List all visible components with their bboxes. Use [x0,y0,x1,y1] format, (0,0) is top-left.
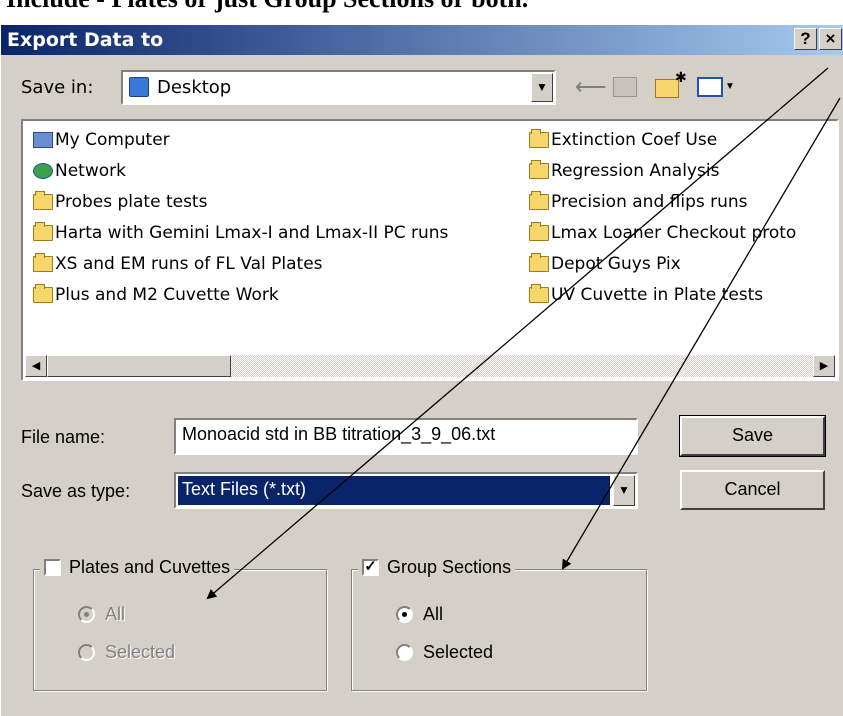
list-item[interactable]: UV Cuvette in Plate tests [529,282,763,308]
folder-icon [529,253,549,272]
folder-icon [529,284,549,303]
plates-checkbox[interactable] [44,559,61,576]
folder-icon [33,191,53,210]
view-menu-icon[interactable] [697,77,723,97]
list-item-label: Probes plate tests [55,192,208,212]
list-item[interactable]: Harta with Gemini Lmax-I and Lmax-II PC … [33,220,448,246]
title-bar: Export Data to ? × [1,25,843,55]
list-item[interactable]: Network [33,158,126,184]
plates-selected-label: Selected [105,642,176,662]
sections-group-label: Group Sections [387,557,512,577]
save-type-value: Text Files (*.txt) [178,476,610,505]
list-item[interactable]: Lmax Loaner Checkout proto [529,220,796,246]
list-item-label: XS and EM runs of FL Val Plates [55,254,323,274]
plates-group-label: Plates and Cuvettes [69,557,231,577]
file-name-label: File name: [21,427,106,447]
radio-dot-icon [396,606,413,623]
folder-icon [33,253,53,272]
radio-dot-icon [78,644,95,661]
computer-icon [33,132,53,148]
sections-selected-label: Selected [423,642,494,662]
folder-icon [529,191,549,210]
list-item[interactable]: XS and EM runs of FL Val Plates [33,251,323,277]
back-icon[interactable]: ⟵ [575,74,607,100]
list-item[interactable]: Plus and M2 Cuvette Work [33,282,279,308]
list-item[interactable]: Regression Analysis [529,158,719,184]
plates-all-radio[interactable]: All [78,604,125,625]
list-item[interactable]: Precision and flips runs [529,189,748,215]
list-item-label: Regression Analysis [551,161,720,181]
scroll-left-icon[interactable]: ◀ [25,355,47,377]
save-in-label: Save in: [21,77,94,98]
chevron-down-icon[interactable]: ▼ [531,73,553,102]
save-type-label: Save as type: [21,481,131,501]
folder-icon [529,160,549,179]
list-item-label: Extinction Coef Use [551,130,718,150]
save-button[interactable]: Save [679,415,826,457]
sections-all-radio[interactable]: All [396,604,443,625]
folder-icon [33,284,53,303]
sections-all-label: All [423,604,444,624]
save-in-dropdown[interactable]: Desktop ▼ [121,70,556,105]
cancel-button[interactable]: Cancel [680,470,825,510]
list-item-label: Harta with Gemini Lmax-I and Lmax-II PC … [55,223,449,243]
list-item-label: My Computer [55,130,170,150]
save-in-value: Desktop [157,77,232,98]
folder-icon [529,129,549,148]
plates-group-header[interactable]: Plates and Cuvettes [40,557,235,578]
plates-group: Plates and Cuvettes All Selected [33,557,327,691]
save-type-dropdown[interactable]: Text Files (*.txt) ▼ [174,472,638,509]
desktop-icon [129,77,149,97]
folder-icon [529,222,549,241]
close-button[interactable]: × [819,28,842,50]
scroll-thumb[interactable] [47,355,231,377]
radio-dot-icon [396,644,413,661]
chevron-down-icon[interactable]: ▼ [613,475,635,506]
file-list[interactable]: My Computer Network Probes plate tests Hart… [21,119,839,381]
up-folder-icon[interactable] [613,77,637,97]
list-item-label: Network [55,161,126,181]
network-icon [33,163,53,179]
scroll-right-icon[interactable]: ▶ [813,355,835,377]
list-item-label: UV Cuvette in Plate tests [551,285,764,305]
sections-selected-radio[interactable]: Selected [396,642,493,663]
list-item[interactable]: Probes plate tests [33,189,207,215]
plates-all-label: All [105,604,126,624]
dialog-title: Export Data to [7,29,164,51]
export-dialog: Export Data to ? × Save in: Desktop ▼ ⟵ … [0,24,843,716]
folder-icon [33,222,53,241]
list-item-label: Plus and M2 Cuvette Work [55,285,279,305]
list-item[interactable]: My Computer [33,127,170,153]
plates-selected-radio[interactable]: Selected [78,642,175,663]
sections-group: ✓ Group Sections All Selected [351,557,647,691]
list-item-label: Lmax Loaner Checkout proto [551,223,797,243]
sections-checkbox[interactable]: ✓ [362,559,379,576]
list-item[interactable]: Depot Guys Pix [529,251,681,277]
help-button[interactable]: ? [794,28,817,50]
view-dropdown-icon[interactable]: ▼ [725,81,735,92]
radio-dot-icon [78,606,95,623]
file-name-input[interactable]: Monoacid std in BB titration_3_9_06.txt [174,418,638,455]
list-item[interactable]: Extinction Coef Use [529,127,717,153]
list-item-label: Precision and flips runs [551,192,748,212]
document-heading: Include - Plates or just Group Sections … [6,0,528,14]
horizontal-scrollbar[interactable]: ◀ ▶ [25,355,835,377]
sections-group-header[interactable]: ✓ Group Sections [358,557,516,578]
new-folder-star-icon: ✱ [675,69,687,85]
list-item-label: Depot Guys Pix [551,254,681,274]
